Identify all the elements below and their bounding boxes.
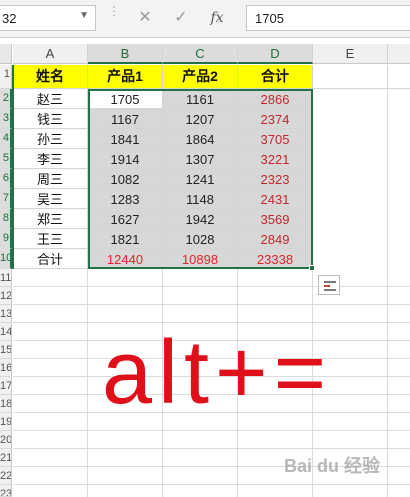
active-cell[interactable]: 1705: [88, 89, 163, 109]
column-header-f[interactable]: [388, 44, 410, 64]
total-cell[interactable]: 10898: [163, 249, 238, 269]
quick-analysis-bar: [324, 289, 336, 291]
row-header[interactable]: 22: [0, 467, 12, 485]
row-header[interactable]: 10: [0, 249, 12, 269]
total-label-cell[interactable]: 合计: [13, 249, 88, 269]
value-cell[interactable]: 1914: [88, 149, 163, 169]
fx-icon[interactable]: fx: [206, 6, 228, 30]
table-header-cell[interactable]: 姓名: [13, 65, 88, 89]
sum-cell[interactable]: 3569: [238, 209, 313, 229]
total-cell[interactable]: 12440: [88, 249, 163, 269]
x-icon[interactable]: ✕: [134, 6, 156, 30]
table-header-cell[interactable]: 产品2: [163, 65, 238, 89]
row-header[interactable]: 8: [0, 209, 12, 229]
sum-cell[interactable]: 3705: [238, 129, 313, 149]
row-header[interactable]: 13: [0, 305, 12, 323]
row-header[interactable]: 17: [0, 377, 12, 395]
value-cell[interactable]: 1864: [163, 129, 238, 149]
name-box[interactable]: 32 ▼: [0, 5, 96, 31]
quick-analysis-bar: [324, 285, 330, 287]
value-cell[interactable]: 1082: [88, 169, 163, 189]
gridline: [13, 286, 410, 287]
gridline: [387, 65, 388, 497]
value-cell[interactable]: 1241: [163, 169, 238, 189]
table-header-cell[interactable]: 产品1: [88, 65, 163, 89]
column-header-c[interactable]: C: [163, 44, 238, 64]
name-cell[interactable]: 孙三: [13, 129, 88, 149]
sum-cell[interactable]: 2374: [238, 109, 313, 129]
sum-cell[interactable]: 2431: [238, 189, 313, 209]
value-cell[interactable]: 1307: [163, 149, 238, 169]
value-cell[interactable]: 1942: [163, 209, 238, 229]
value-cell[interactable]: 1821: [88, 229, 163, 249]
select-all-corner[interactable]: [0, 44, 12, 64]
row-header[interactable]: 15: [0, 341, 12, 359]
name-box-value: 32: [2, 11, 17, 26]
value-cell[interactable]: 1283: [88, 189, 163, 209]
row-header[interactable]: 20: [0, 431, 12, 449]
column-header-a[interactable]: A: [13, 44, 88, 64]
name-cell[interactable]: 吴三: [13, 189, 88, 209]
value-cell[interactable]: 1841: [88, 129, 163, 149]
value-cell[interactable]: 1207: [163, 109, 238, 129]
row-header[interactable]: 21: [0, 449, 12, 467]
empty-cell[interactable]: [313, 65, 388, 89]
value-cell[interactable]: 1167: [88, 109, 163, 129]
row-header[interactable]: 7: [0, 189, 12, 209]
gridline: [13, 448, 410, 449]
check-icon[interactable]: ✓: [170, 6, 192, 30]
formula-input[interactable]: 1705: [246, 5, 410, 31]
gridline: [13, 304, 410, 305]
chevron-down-icon[interactable]: ▼: [79, 10, 89, 21]
drag-handle-icon[interactable]: ⋮: [108, 5, 120, 28]
row-header[interactable]: 14: [0, 323, 12, 341]
name-cell[interactable]: 郑三: [13, 209, 88, 229]
row-header[interactable]: 4: [0, 129, 12, 149]
row-header[interactable]: 18: [0, 395, 12, 413]
empty-cell[interactable]: [388, 65, 410, 89]
name-cell[interactable]: 王三: [13, 229, 88, 249]
value-cell[interactable]: 1627: [88, 209, 163, 229]
value-cell[interactable]: 1148: [163, 189, 238, 209]
row-header[interactable]: 23: [0, 485, 12, 497]
fill-handle[interactable]: [309, 265, 315, 271]
value-cell[interactable]: 1028: [163, 229, 238, 249]
sum-cell[interactable]: 2849: [238, 229, 313, 249]
table-header-cell[interactable]: 合计: [238, 65, 313, 89]
row-header[interactable]: 12: [0, 287, 12, 305]
column-header-d[interactable]: D: [238, 44, 313, 64]
row-header[interactable]: 11: [0, 269, 12, 287]
value-cell[interactable]: 1161: [163, 89, 238, 109]
name-cell[interactable]: 周三: [13, 169, 88, 189]
total-cell[interactable]: 23338: [238, 249, 313, 269]
row-header[interactable]: 3: [0, 109, 12, 129]
row-header[interactable]: 16: [0, 359, 12, 377]
gridline: [13, 484, 410, 485]
quick-analysis-icon[interactable]: [318, 275, 340, 295]
row-header[interactable]: 9: [0, 229, 12, 249]
formula-value: 1705: [255, 11, 284, 26]
watermark: Bai du 经验: [284, 456, 381, 476]
row-header[interactable]: 6: [0, 169, 12, 189]
row-header[interactable]: 5: [0, 149, 12, 169]
quick-analysis-bar: [324, 281, 336, 283]
row-header[interactable]: 2: [0, 89, 12, 109]
shortcut-overlay-text: alt+=: [102, 323, 333, 423]
gridline: [13, 430, 410, 431]
column-header-b[interactable]: B: [88, 44, 163, 64]
row-header[interactable]: 19: [0, 413, 12, 431]
name-cell[interactable]: 李三: [13, 149, 88, 169]
sum-cell[interactable]: 2323: [238, 169, 313, 189]
column-header-e[interactable]: E: [313, 44, 388, 64]
row-header[interactable]: 1: [0, 65, 12, 89]
sum-cell[interactable]: 3221: [238, 149, 313, 169]
sum-cell[interactable]: 2866: [238, 89, 313, 109]
column-a-border: [12, 65, 14, 269]
name-cell[interactable]: 赵三: [13, 89, 88, 109]
formula-bar: 32 ▼ ⋮ ✕ ✓ fx 1705: [0, 0, 410, 38]
name-cell[interactable]: 钱三: [13, 109, 88, 129]
